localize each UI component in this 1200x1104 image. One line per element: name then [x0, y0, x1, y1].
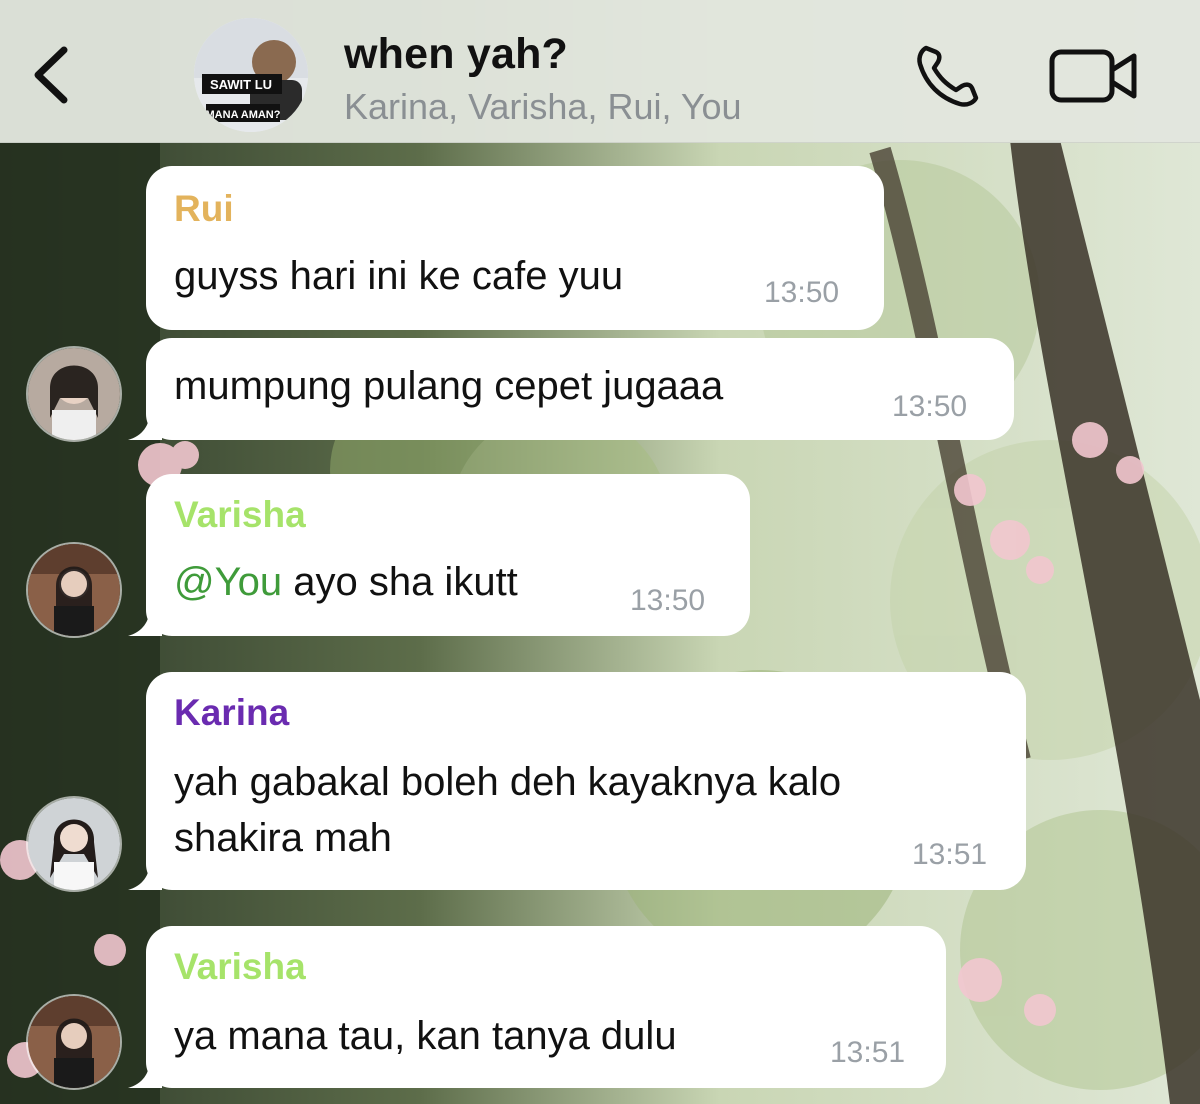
avatar-caption-bottom: MANA AMAN? — [206, 109, 281, 121]
video-camera-icon — [1049, 49, 1137, 103]
chat-members: Karina, Varisha, Rui, You — [344, 86, 742, 127]
message-text-line-1: yah gabakal boleh deh kayaknya kalo — [174, 760, 842, 804]
message-text-body: ayo sha ikutt — [282, 560, 518, 604]
varisha-profile-photo — [28, 996, 120, 1088]
message-bubble[interactable]: mumpung pulang cepet jugaaa 13:50 — [146, 338, 1014, 440]
message-bubble[interactable]: Varisha @You ayo sha ikutt 13:50 — [146, 474, 750, 636]
message-text: @You ayo sha ikutt — [174, 554, 518, 610]
sender-name: Varisha — [174, 946, 306, 987]
message-bubble[interactable]: Karina yah gabakal boleh deh kayaknya ka… — [146, 672, 1026, 890]
avatar[interactable] — [26, 994, 122, 1090]
message-bubble[interactable]: Varisha ya mana tau, kan tanya dulu 13:5… — [146, 926, 946, 1088]
message-time: 13:50 — [630, 584, 706, 617]
message-text: guyss hari ini ke cafe yuu — [174, 254, 624, 298]
bubble-tail — [128, 410, 162, 440]
message-time: 13:51 — [912, 838, 988, 871]
message-bubble[interactable]: Rui guyss hari ini ke cafe yuu 13:50 — [146, 166, 884, 330]
message-text-line-2: shakira mah — [174, 816, 392, 860]
avatar-caption-top: SAWIT LU — [210, 77, 272, 92]
sender-name: Karina — [174, 692, 290, 733]
mention[interactable]: @You — [174, 560, 282, 604]
bubble-tail — [128, 1058, 162, 1088]
video-call-button[interactable] — [1048, 44, 1140, 108]
message-text: ya mana tau, kan tanya dulu — [174, 1014, 677, 1058]
message-time: 13:50 — [764, 276, 840, 309]
bubble-tail — [128, 606, 162, 636]
chat-header: SAWIT LU MANA AMAN? when yah? Karina, Va… — [0, 0, 1200, 143]
sender-name: Rui — [174, 188, 234, 229]
karina-profile-photo — [28, 798, 120, 890]
sender-name: Varisha — [174, 494, 306, 535]
message-time: 13:51 — [830, 1036, 906, 1069]
bubble-tail — [128, 860, 162, 890]
voice-call-button[interactable] — [912, 40, 984, 112]
rui-profile-photo — [28, 348, 120, 440]
message-text: mumpung pulang cepet jugaaa — [174, 364, 724, 408]
varisha-profile-photo — [28, 544, 120, 636]
back-button[interactable] — [28, 40, 78, 110]
avatar[interactable] — [26, 542, 122, 638]
group-photo: SAWIT LU MANA AMAN? — [194, 18, 308, 132]
chat-title[interactable]: when yah? — [344, 30, 568, 79]
avatar[interactable] — [26, 796, 122, 892]
avatar[interactable] — [26, 346, 122, 442]
chevron-left-icon — [34, 46, 68, 104]
group-avatar[interactable]: SAWIT LU MANA AMAN? — [194, 18, 308, 132]
phone-icon — [917, 45, 979, 107]
message-time: 13:50 — [892, 390, 968, 423]
